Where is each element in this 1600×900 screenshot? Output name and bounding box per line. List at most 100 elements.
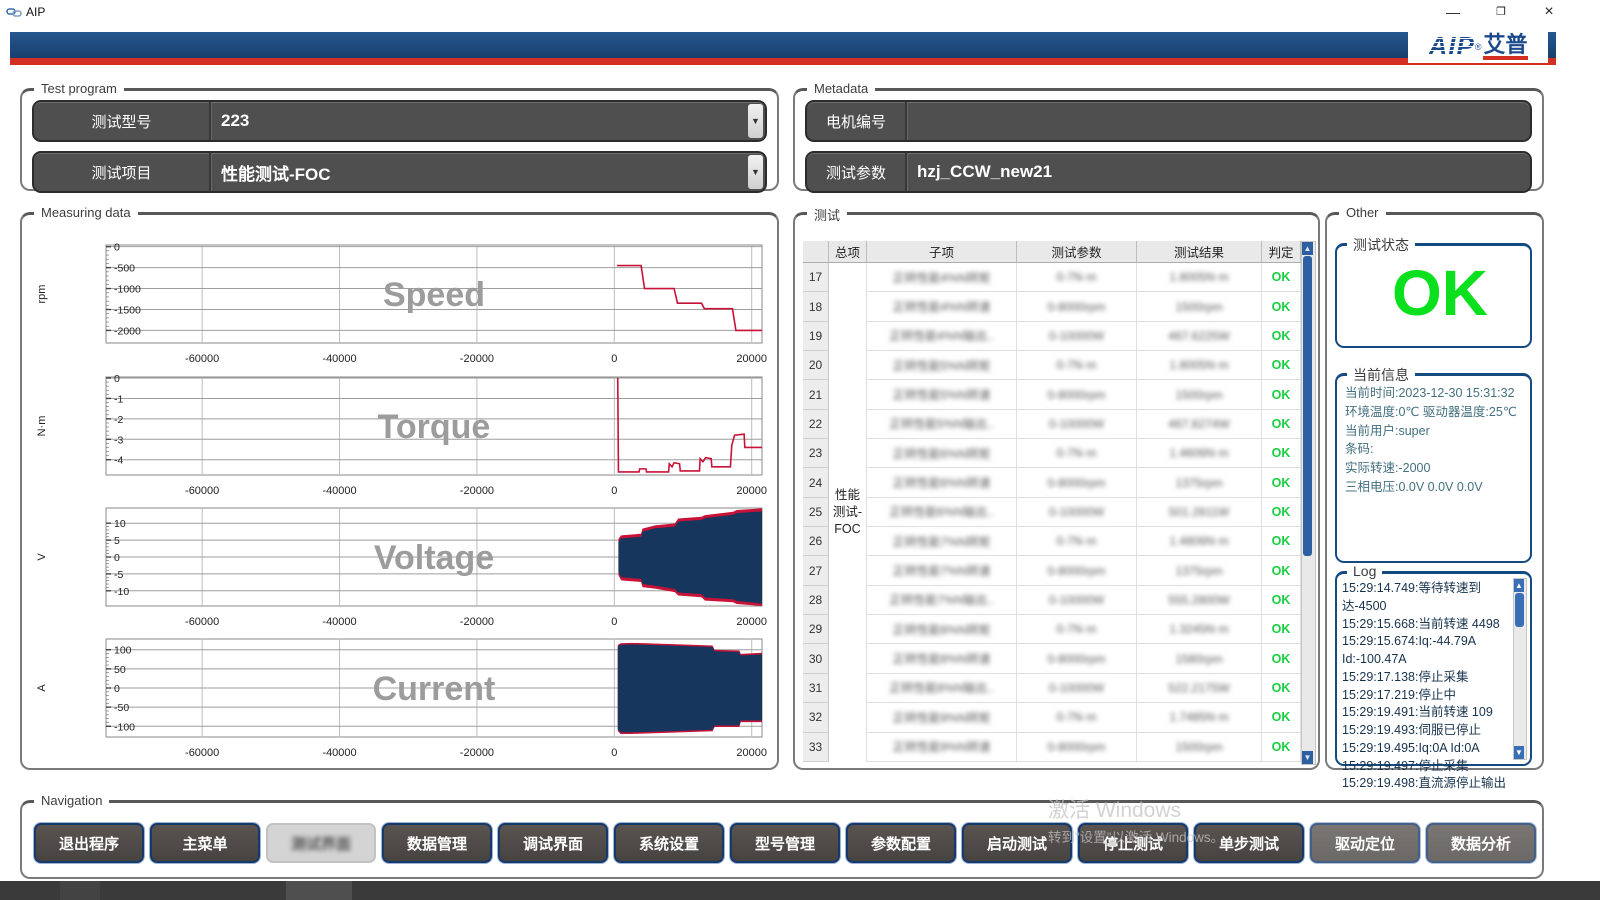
table-cell-result[interactable]: 1.8005N·m [1137,263,1262,292]
table-cell-param[interactable]: 0-10000W [1017,674,1137,703]
table-cell-param[interactable]: 0-10000W [1017,498,1137,527]
table-cell-param[interactable]: 0-7N·m [1017,439,1137,468]
table-cell-param[interactable]: 0-7N·m [1017,703,1137,732]
test-program-value-0[interactable]: 223 [211,102,765,140]
table-cell-subitem[interactable]: 正转性能7%N转矩 [867,527,1017,556]
table-row-number[interactable]: 32 [803,703,829,732]
table-cell-result[interactable]: 1375rpm [1137,468,1262,497]
table-cell-verdict[interactable]: OK [1262,615,1301,644]
table-cell-subitem[interactable]: 正转性能5%N转矩 [867,351,1017,380]
table-row-number[interactable]: 17 [803,263,829,292]
table-cell-subitem[interactable]: 正转性能4%N转速 [867,292,1017,321]
table-row-number[interactable]: 31 [803,674,829,703]
table-row-number[interactable]: 28 [803,586,829,615]
log-scrollbar[interactable]: ▲ ▼ [1513,578,1527,760]
table-cell-subitem[interactable]: 正转性能9%N转速 [867,733,1017,762]
table-row-number[interactable]: 22 [803,410,829,439]
table-cell-subitem[interactable]: 正转性能6%N转矩 [867,439,1017,468]
table-cell-result[interactable]: 1.8005N·m [1137,351,1262,380]
log-scroll-down-icon[interactable]: ▼ [1514,746,1524,759]
nav-button-1[interactable]: 主菜单 [150,823,260,863]
table-row-number[interactable]: 24 [803,468,829,497]
table-cell-verdict[interactable]: OK [1262,586,1301,615]
log-scroll-up-icon[interactable]: ▲ [1514,579,1524,592]
table-cell-param[interactable]: 0-8000rpm [1017,556,1137,585]
table-cell-param[interactable]: 0-7N·m [1017,351,1137,380]
table-cell-param[interactable]: 0-7N·m [1017,263,1137,292]
table-cell-verdict[interactable]: OK [1262,322,1301,351]
table-row-number[interactable]: 19 [803,322,829,351]
table-cell-verdict[interactable]: OK [1262,674,1301,703]
metadata-value-0[interactable] [907,102,1530,140]
table-cell-subitem[interactable]: 正转性能6%N转速 [867,468,1017,497]
table-row-number[interactable]: 21 [803,380,829,409]
nav-button-5[interactable]: 系统设置 [614,823,724,863]
nav-button-3[interactable]: 数据管理 [382,823,492,863]
table-cell-subitem[interactable]: 正转性能7%N输出.. [867,586,1017,615]
table-row-number[interactable]: 33 [803,733,829,762]
scroll-down-icon[interactable]: ▼ [1302,751,1313,764]
nav-button-6[interactable]: 型号管理 [730,823,840,863]
table-cell-param[interactable]: 0-10000W [1017,586,1137,615]
nav-button-7[interactable]: 参数配置 [846,823,956,863]
table-cell-verdict[interactable]: OK [1262,703,1301,732]
table-row-number[interactable]: 20 [803,351,829,380]
nav-button-9[interactable]: 停止测试 [1078,823,1188,863]
nav-button-8[interactable]: 启动测试 [962,823,1072,863]
nav-button-0[interactable]: 退出程序 [34,823,144,863]
table-cell-verdict[interactable]: OK [1262,644,1301,673]
table-row-number[interactable]: 23 [803,439,829,468]
table-cell-verdict[interactable]: OK [1262,527,1301,556]
table-cell-param[interactable]: 0-8000rpm [1017,380,1137,409]
metadata-value-1[interactable]: hzj_CCW_new21 [907,153,1530,191]
table-row-number[interactable]: 26 [803,527,829,556]
table-cell-subitem[interactable]: 正转性能8%N输出.. [867,674,1017,703]
table-scrollbar-thumb[interactable] [1303,256,1312,556]
table-cell-subitem[interactable]: 正转性能6%N输出.. [867,498,1017,527]
table-cell-verdict[interactable]: OK [1262,498,1301,527]
table-cell-result[interactable]: 1500rpm [1137,733,1262,762]
restore-button[interactable]: ❐ [1486,3,1516,21]
chevron-down-icon[interactable]: ▼ [748,155,763,189]
nav-button-4[interactable]: 调试界面 [498,823,608,863]
table-cell-result[interactable]: 467.6225W [1137,322,1262,351]
table-cell-param[interactable]: 0-10000W [1017,322,1137,351]
scroll-up-icon[interactable]: ▲ [1302,242,1313,255]
table-cell-param[interactable]: 0-10000W [1017,410,1137,439]
table-row-number[interactable]: 18 [803,292,829,321]
log-scrollbar-thumb[interactable] [1515,593,1524,627]
nav-button-12[interactable]: 数据分析 [1426,823,1536,863]
table-cell-result[interactable]: 467.8274W [1137,410,1262,439]
table-cell-subitem[interactable]: 正转性能4%N输出.. [867,322,1017,351]
table-cell-verdict[interactable]: OK [1262,556,1301,585]
table-cell-param[interactable]: 0-8000rpm [1017,292,1137,321]
table-cell-param[interactable]: 0-7N·m [1017,615,1137,644]
table-cell-verdict[interactable]: OK [1262,733,1301,762]
table-cell-verdict[interactable]: OK [1262,439,1301,468]
table-scrollbar[interactable]: ▲ ▼ [1301,241,1316,765]
table-cell-verdict[interactable]: OK [1262,351,1301,380]
table-cell-result[interactable]: 501.2811W [1137,498,1262,527]
close-button[interactable]: × [1534,3,1564,21]
nav-button-10[interactable]: 单步测试 [1194,823,1304,863]
table-cell-result[interactable]: 1.3245N·m [1137,615,1262,644]
table-cell-subitem[interactable]: 正转性能5%N转速 [867,380,1017,409]
table-cell-subitem[interactable]: 正转性能8%N转速 [867,644,1017,673]
table-row-number[interactable]: 29 [803,615,829,644]
table-cell-result[interactable]: 522.2175W [1137,674,1262,703]
table-cell-verdict[interactable]: OK [1262,263,1301,292]
table-cell-subitem[interactable]: 正转性能8%N转矩 [867,615,1017,644]
table-cell-result[interactable]: 1580rpm [1137,644,1262,673]
table-cell-subitem[interactable]: 正转性能4%N转矩 [867,263,1017,292]
table-cell-result[interactable]: 1.4806N·m [1137,527,1262,556]
table-cell-result[interactable]: 1.4606N·m [1137,439,1262,468]
chevron-down-icon[interactable]: ▼ [748,104,763,138]
nav-button-11[interactable]: 驱动定位 [1310,823,1420,863]
table-cell-param[interactable]: 0-7N·m [1017,527,1137,556]
minimize-button[interactable]: — [1438,3,1468,21]
table-row-number[interactable]: 25 [803,498,829,527]
test-program-value-1[interactable]: 性能测试-FOC [211,153,765,191]
table-cell-param[interactable]: 0-8000rpm [1017,644,1137,673]
table-cell-result[interactable]: 1500rpm [1137,292,1262,321]
table-cell-verdict[interactable]: OK [1262,468,1301,497]
